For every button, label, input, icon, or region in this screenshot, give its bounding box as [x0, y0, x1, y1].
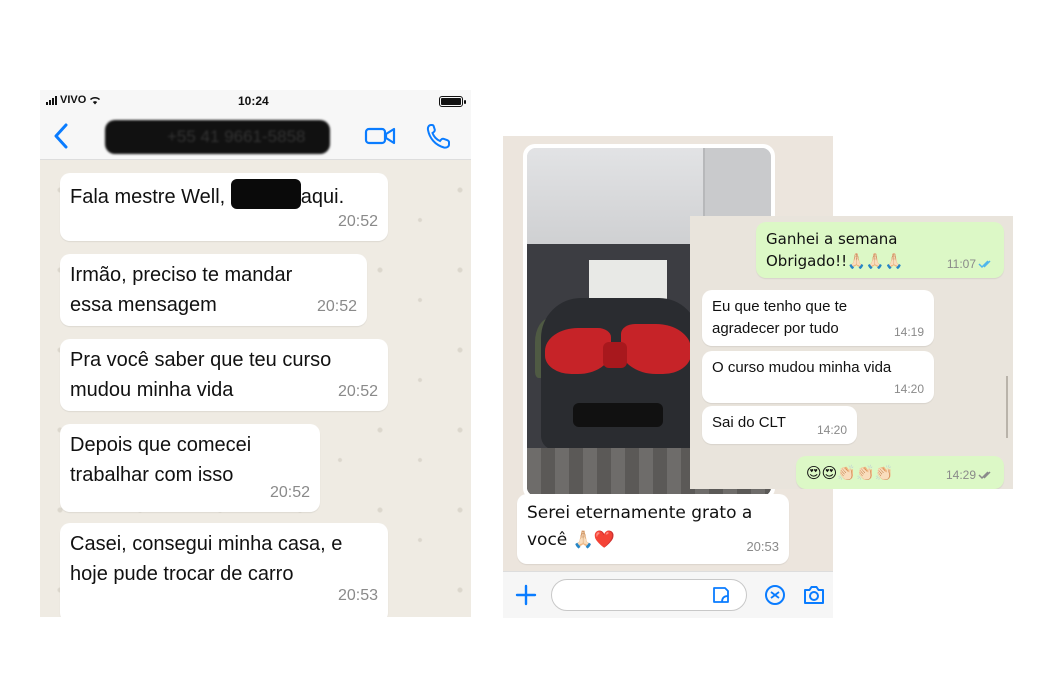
- battery-icon: [439, 96, 466, 107]
- back-chevron-icon[interactable]: [50, 120, 74, 152]
- message-text: Ganhei a semana Obrigado!!🙏🏻🙏🏻🙏🏻: [766, 230, 904, 270]
- car-with-bow: [541, 298, 699, 450]
- plus-icon[interactable]: [515, 584, 537, 606]
- message-text-end: aqui.: [300, 186, 345, 208]
- message-text: Casei, consegui minha casa, e hoje pude …: [70, 533, 343, 585]
- read-ticks-icon: [978, 471, 991, 480]
- message-time: 20:52: [269, 484, 310, 501]
- message-text: Eu que tenho que te agradecer por tudo: [712, 298, 848, 337]
- contact-name-redacted[interactable]: +55 41 9661-5858: [105, 120, 330, 154]
- outgoing-message-bubble: 😍😍👏🏻👏🏻👏🏻 14:29: [796, 456, 1004, 489]
- message-time: 14:19: [893, 325, 924, 339]
- status-clock: 10:24: [238, 94, 269, 108]
- message-bubble: O curso mudou minha vida 14:20: [702, 351, 934, 403]
- camera-icon[interactable]: [802, 584, 826, 606]
- scrollbar[interactable]: [1006, 376, 1008, 438]
- outgoing-message-bubble: Ganhei a semana Obrigado!!🙏🏻🙏🏻🙏🏻 11:07: [756, 222, 1004, 278]
- message-time: 20:52: [337, 213, 378, 230]
- message-bubble: Depois que comecei trabalhar com isso 20…: [60, 424, 320, 512]
- message-bubble: Eu que tenho que te agradecer por tudo 1…: [702, 290, 934, 346]
- carrier-name: VIVO: [60, 94, 87, 106]
- video-call-icon[interactable]: [364, 124, 396, 148]
- message-time: 20:53: [746, 539, 779, 554]
- message-text: O curso mudou minha vida: [712, 359, 892, 376]
- message-bubble: Pra você saber que teu curso mudou minha…: [60, 339, 388, 411]
- message-bubble: Serei eternamente grato a você 🙏🏻❤️ 20:5…: [517, 494, 789, 564]
- message-text: Irmão, preciso te mandar essa mensagem: [70, 264, 293, 316]
- message-bubble: Sai do CLT 14:20: [702, 406, 857, 444]
- voice-call-icon[interactable]: [425, 122, 451, 150]
- message-time: 11:07: [947, 253, 994, 275]
- message-time: 20:52: [316, 298, 357, 315]
- redacted-name-block: [230, 179, 301, 209]
- payment-icon[interactable]: [764, 584, 786, 606]
- message-text: Serei eternamente grato a você 🙏🏻❤️: [527, 503, 753, 550]
- message-time: 14:20: [816, 423, 847, 437]
- message-time: 14:20: [893, 382, 924, 396]
- carrier-info: VIVO: [46, 94, 101, 106]
- left-chat-screenshot: VIVO 10:24 +55 41 9661-5858 Fala mestre …: [40, 90, 471, 617]
- message-bubble: Casei, consegui minha casa, e hoje pude …: [60, 523, 388, 617]
- wifi-icon: [90, 96, 101, 104]
- status-bar: VIVO 10:24: [40, 90, 471, 112]
- message-bubble: Irmão, preciso te mandar essa mensagem 2…: [60, 254, 367, 326]
- sticker-icon[interactable]: [711, 585, 731, 605]
- signal-icon: [46, 95, 57, 105]
- message-time: 20:53: [337, 587, 378, 604]
- message-bubble: Fala mestre Well, aqui. 20:52: [60, 173, 388, 241]
- read-ticks-icon: [978, 260, 991, 269]
- message-text: Fala mestre Well,: [70, 186, 226, 208]
- message-composer: [503, 571, 833, 618]
- overlay-chat-screenshot: Ganhei a semana Obrigado!!🙏🏻🙏🏻🙏🏻 11:07 E…: [690, 216, 1013, 489]
- message-time: 14:29: [946, 464, 994, 486]
- message-text: Pra você saber que teu curso mudou minha…: [70, 349, 332, 401]
- message-time: 20:52: [337, 383, 378, 400]
- chat-header: +55 41 9661-5858: [40, 112, 471, 160]
- message-text: Depois que comecei trabalhar com isso: [70, 434, 252, 486]
